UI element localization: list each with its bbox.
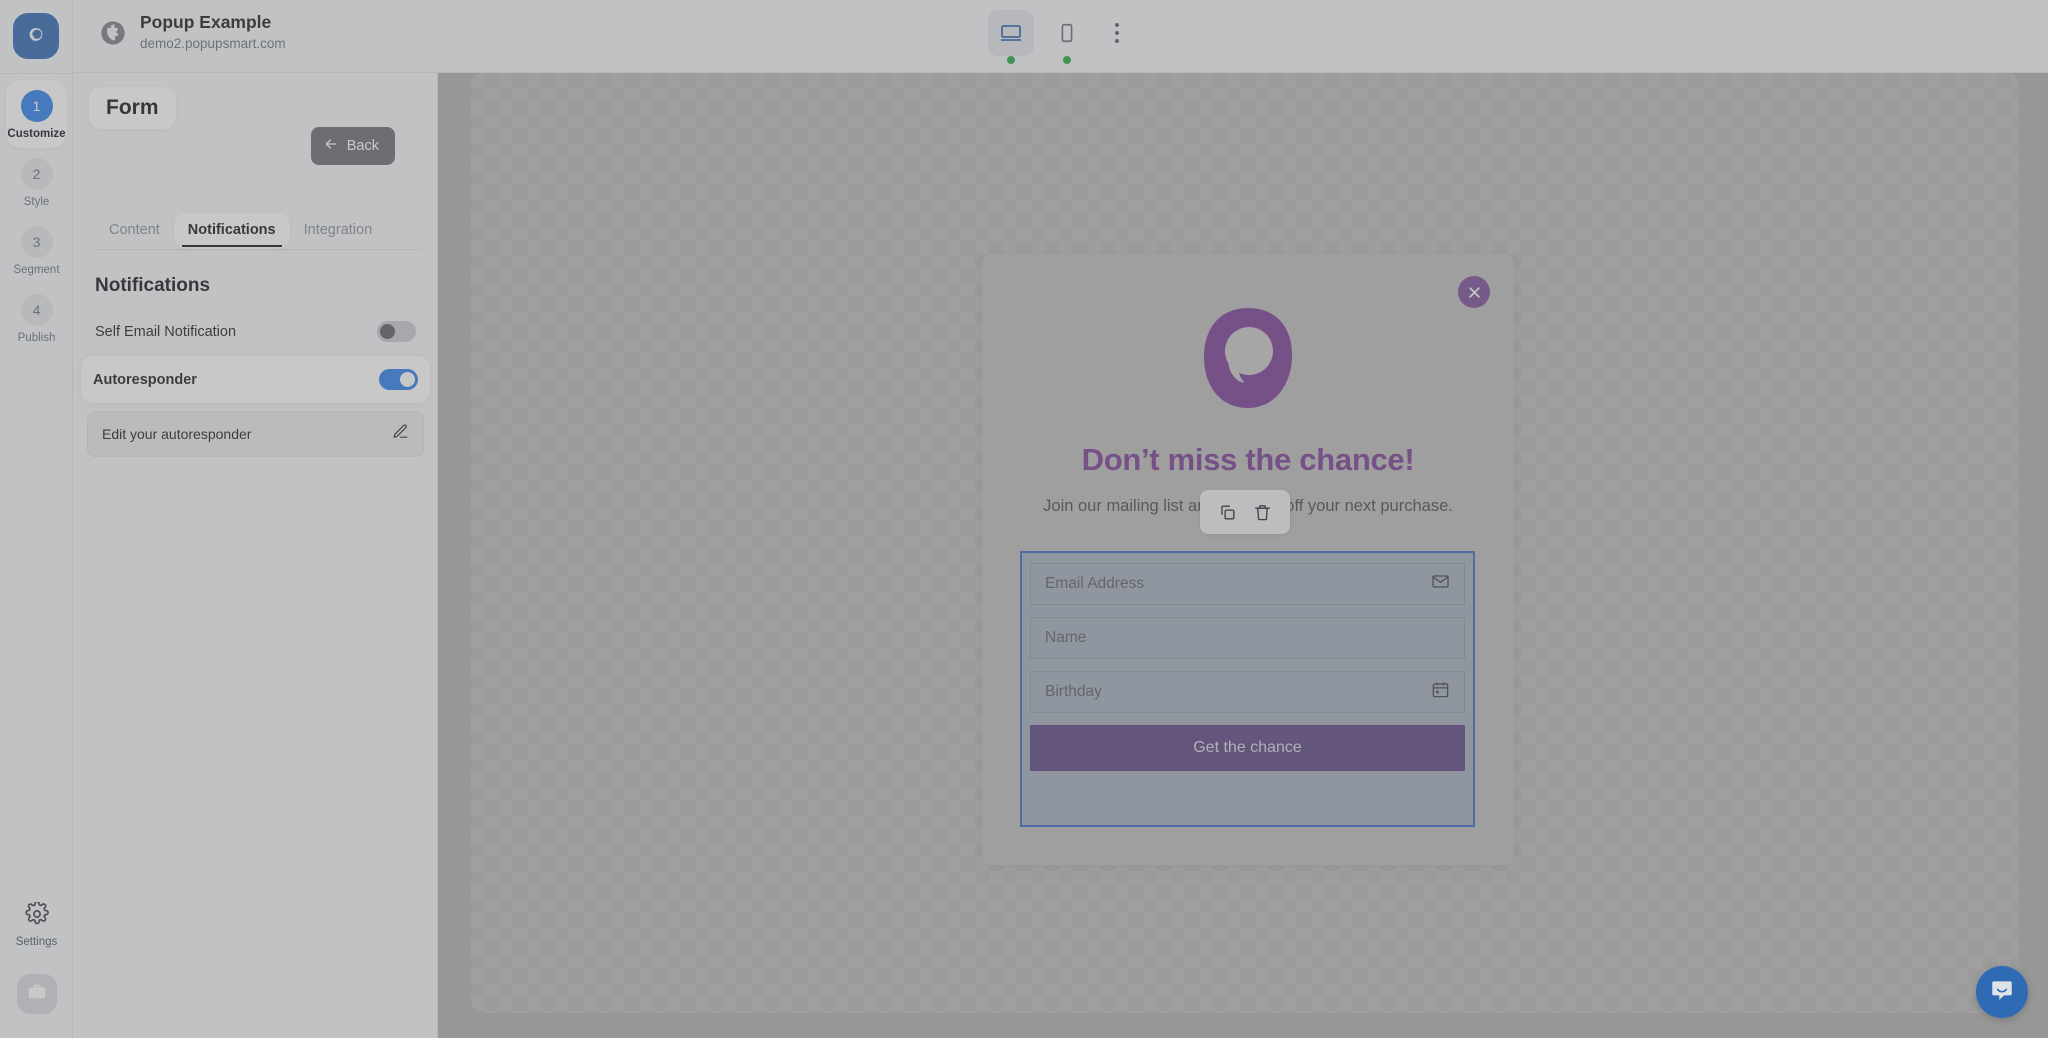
section-title: Notifications bbox=[95, 275, 211, 296]
tab-content[interactable]: Content bbox=[95, 213, 174, 249]
panel-header: Form Back bbox=[73, 73, 437, 165]
briefcase-icon bbox=[26, 981, 48, 1008]
app-root: 1 Customize 2 Style 3 Segment 4 Publish bbox=[0, 0, 2048, 1038]
edit-autoresponder-row[interactable]: Edit your autoresponder bbox=[87, 411, 424, 457]
popup-heading: Don’t miss the chance! bbox=[1081, 442, 1415, 477]
tab-integration[interactable]: Integration bbox=[290, 213, 387, 249]
sidebar-step-style[interactable]: 2 Style bbox=[0, 148, 73, 216]
option-autoresponder: Autoresponder bbox=[81, 356, 430, 403]
back-button[interactable]: Back bbox=[310, 127, 395, 165]
kebab-dot bbox=[1114, 39, 1119, 43]
mobile-status-dot bbox=[1062, 56, 1071, 64]
popup-brand-logo bbox=[1192, 302, 1304, 414]
option-label: Self Email Notification bbox=[95, 323, 237, 340]
back-button-label: Back bbox=[346, 138, 379, 154]
app-logo[interactable] bbox=[13, 13, 59, 59]
submit-button[interactable]: Get the chance bbox=[1030, 725, 1465, 771]
calendar-icon bbox=[1431, 680, 1450, 704]
panel-title: Form bbox=[89, 87, 176, 129]
copy-icon[interactable] bbox=[1218, 503, 1237, 522]
left-rail: 1 Customize 2 Style 3 Segment 4 Publish bbox=[0, 0, 73, 1038]
page-title: Popup Example bbox=[140, 12, 272, 32]
device-preview-toggle bbox=[987, 10, 1134, 64]
step-label: Style bbox=[23, 196, 50, 208]
birthday-field-placeholder: Birthday bbox=[1045, 683, 1102, 700]
site-url: demo2.popupsmart.com bbox=[140, 35, 286, 51]
toggle-knob bbox=[380, 324, 395, 339]
self-email-notification-toggle[interactable] bbox=[377, 321, 416, 342]
rail-divider bbox=[0, 73, 73, 74]
step-number: 3 bbox=[20, 226, 53, 258]
kebab-dot bbox=[1114, 23, 1119, 27]
panel-tabs: Content Notifications Integration bbox=[95, 213, 420, 250]
autoresponder-toggle[interactable] bbox=[379, 369, 418, 390]
tab-notifications[interactable]: Notifications bbox=[173, 213, 290, 249]
pencil-edit-icon[interactable] bbox=[392, 423, 409, 445]
sidebar-step-segment[interactable]: 3 Segment bbox=[0, 216, 73, 284]
popup-close-button[interactable] bbox=[1458, 276, 1490, 308]
step-number: 4 bbox=[20, 294, 53, 326]
step-label: Customize bbox=[7, 128, 66, 140]
kebab-dot bbox=[1114, 31, 1119, 35]
gear-icon bbox=[24, 900, 49, 931]
settings-label: Settings bbox=[15, 936, 58, 948]
desktop-status-dot bbox=[1006, 56, 1015, 64]
sidebar-item-settings[interactable]: Settings bbox=[15, 900, 58, 948]
option-label: Autoresponder bbox=[93, 371, 197, 388]
device-desktop-button[interactable] bbox=[987, 10, 1034, 64]
site-text: Popup Example demo2.popupsmart.com bbox=[140, 12, 286, 53]
envelope-icon bbox=[1431, 572, 1450, 596]
block-action-toolbar bbox=[1200, 490, 1290, 534]
settings-panel: Form Back Content Notifications Integrat… bbox=[73, 73, 438, 1038]
email-field-placeholder: Email Address bbox=[1045, 575, 1145, 592]
step-label: Publish bbox=[17, 332, 56, 344]
option-self-email-notification: Self Email Notification bbox=[87, 311, 424, 352]
sidebar-step-publish[interactable]: 4 Publish bbox=[0, 284, 73, 352]
device-mobile-button[interactable] bbox=[1044, 10, 1090, 64]
rail-bottom-group: Settings bbox=[0, 900, 73, 1014]
chat-bubble-button[interactable] bbox=[1976, 966, 2028, 1018]
sidebar-step-customize[interactable]: 1 Customize bbox=[6, 80, 67, 148]
birthday-field[interactable]: Birthday bbox=[1030, 671, 1465, 713]
panel-body: Notifications Self Email Notification Au… bbox=[73, 263, 438, 457]
top-header: Popup Example demo2.popupsmart.com bbox=[73, 0, 2048, 73]
step-number: 2 bbox=[20, 158, 53, 190]
edit-autoresponder-label: Edit your autoresponder bbox=[102, 426, 252, 442]
step-label: Segment bbox=[13, 264, 60, 276]
workspace-button[interactable] bbox=[16, 974, 57, 1014]
step-list: 1 Customize 2 Style 3 Segment 4 Publish bbox=[0, 80, 73, 352]
chat-bubble-icon bbox=[1989, 977, 2015, 1008]
site-info: Popup Example demo2.popupsmart.com bbox=[99, 12, 286, 53]
globe-icon bbox=[99, 19, 127, 47]
trash-icon[interactable] bbox=[1253, 503, 1272, 522]
arrow-left-icon bbox=[323, 136, 339, 156]
kebab-menu-icon[interactable] bbox=[1100, 10, 1134, 56]
toggle-knob bbox=[400, 372, 415, 387]
name-field[interactable]: Name bbox=[1030, 617, 1465, 659]
step-number: 1 bbox=[20, 90, 53, 122]
name-field-placeholder: Name bbox=[1045, 629, 1087, 646]
email-field[interactable]: Email Address bbox=[1030, 563, 1465, 605]
selected-form-block[interactable]: Email Address Name Birthday Get the chan… bbox=[1020, 551, 1475, 827]
